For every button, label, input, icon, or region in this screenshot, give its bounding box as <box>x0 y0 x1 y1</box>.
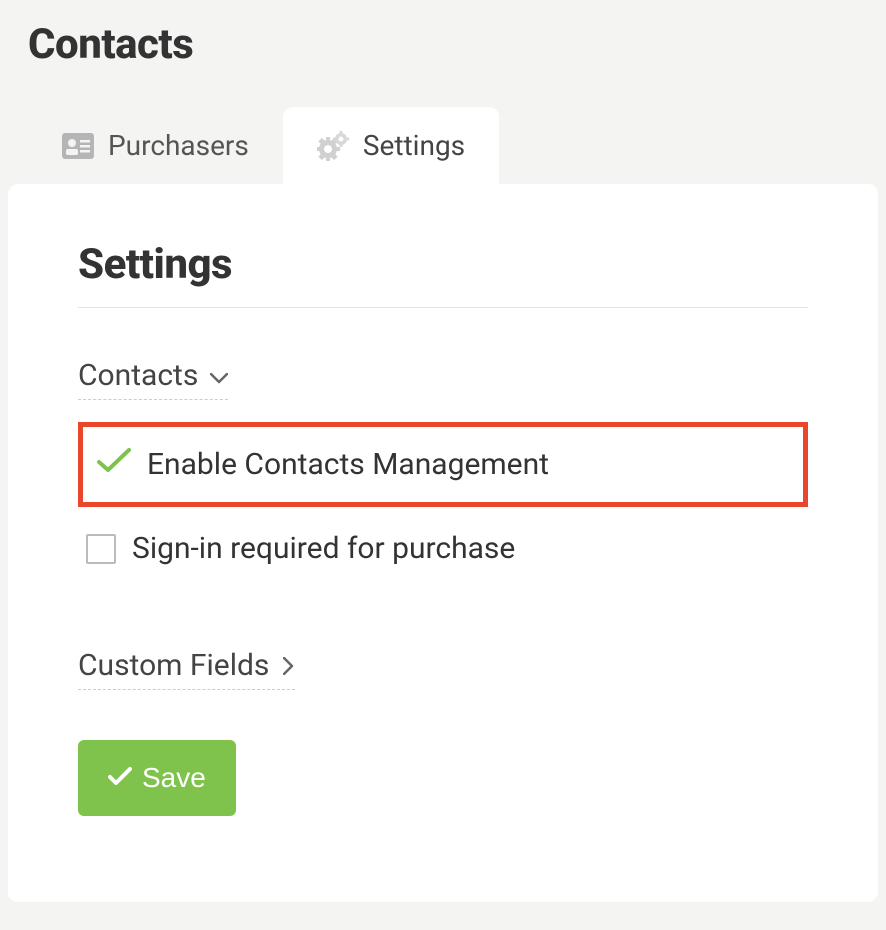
checkbox-unchecked-icon <box>86 534 116 564</box>
content-title: Settings <box>78 240 808 289</box>
tab-label: Settings <box>363 129 465 162</box>
option-enable-contacts-management[interactable]: Enable Contacts Management <box>78 422 808 507</box>
tabs-container: Purchasers <box>0 69 886 184</box>
section-label: Contacts <box>78 358 198 393</box>
section-contacts-header[interactable]: Contacts <box>78 358 228 400</box>
section-label: Custom Fields <box>78 648 269 683</box>
checkmark-icon <box>97 447 131 482</box>
contact-card-icon <box>62 133 94 159</box>
gears-icon <box>317 131 349 161</box>
tab-label: Purchasers <box>108 129 249 162</box>
check-icon <box>108 762 132 794</box>
option-label: Enable Contacts Management <box>147 447 549 482</box>
tab-purchasers[interactable]: Purchasers <box>28 107 283 184</box>
section-custom-fields-header[interactable]: Custom Fields <box>78 648 295 690</box>
content-panel: Settings Contacts Enable Contacts Manage… <box>8 184 878 902</box>
divider <box>78 307 808 308</box>
page-header: Contacts <box>0 0 886 69</box>
save-button-label: Save <box>142 762 206 794</box>
page-title: Contacts <box>28 20 858 69</box>
chevron-right-icon <box>283 648 295 683</box>
save-button[interactable]: Save <box>78 740 236 816</box>
chevron-down-icon <box>210 358 228 393</box>
option-label: Sign-in required for purchase <box>132 531 515 566</box>
tab-settings[interactable]: Settings <box>283 107 499 184</box>
option-signin-required[interactable]: Sign-in required for purchase <box>78 519 808 578</box>
